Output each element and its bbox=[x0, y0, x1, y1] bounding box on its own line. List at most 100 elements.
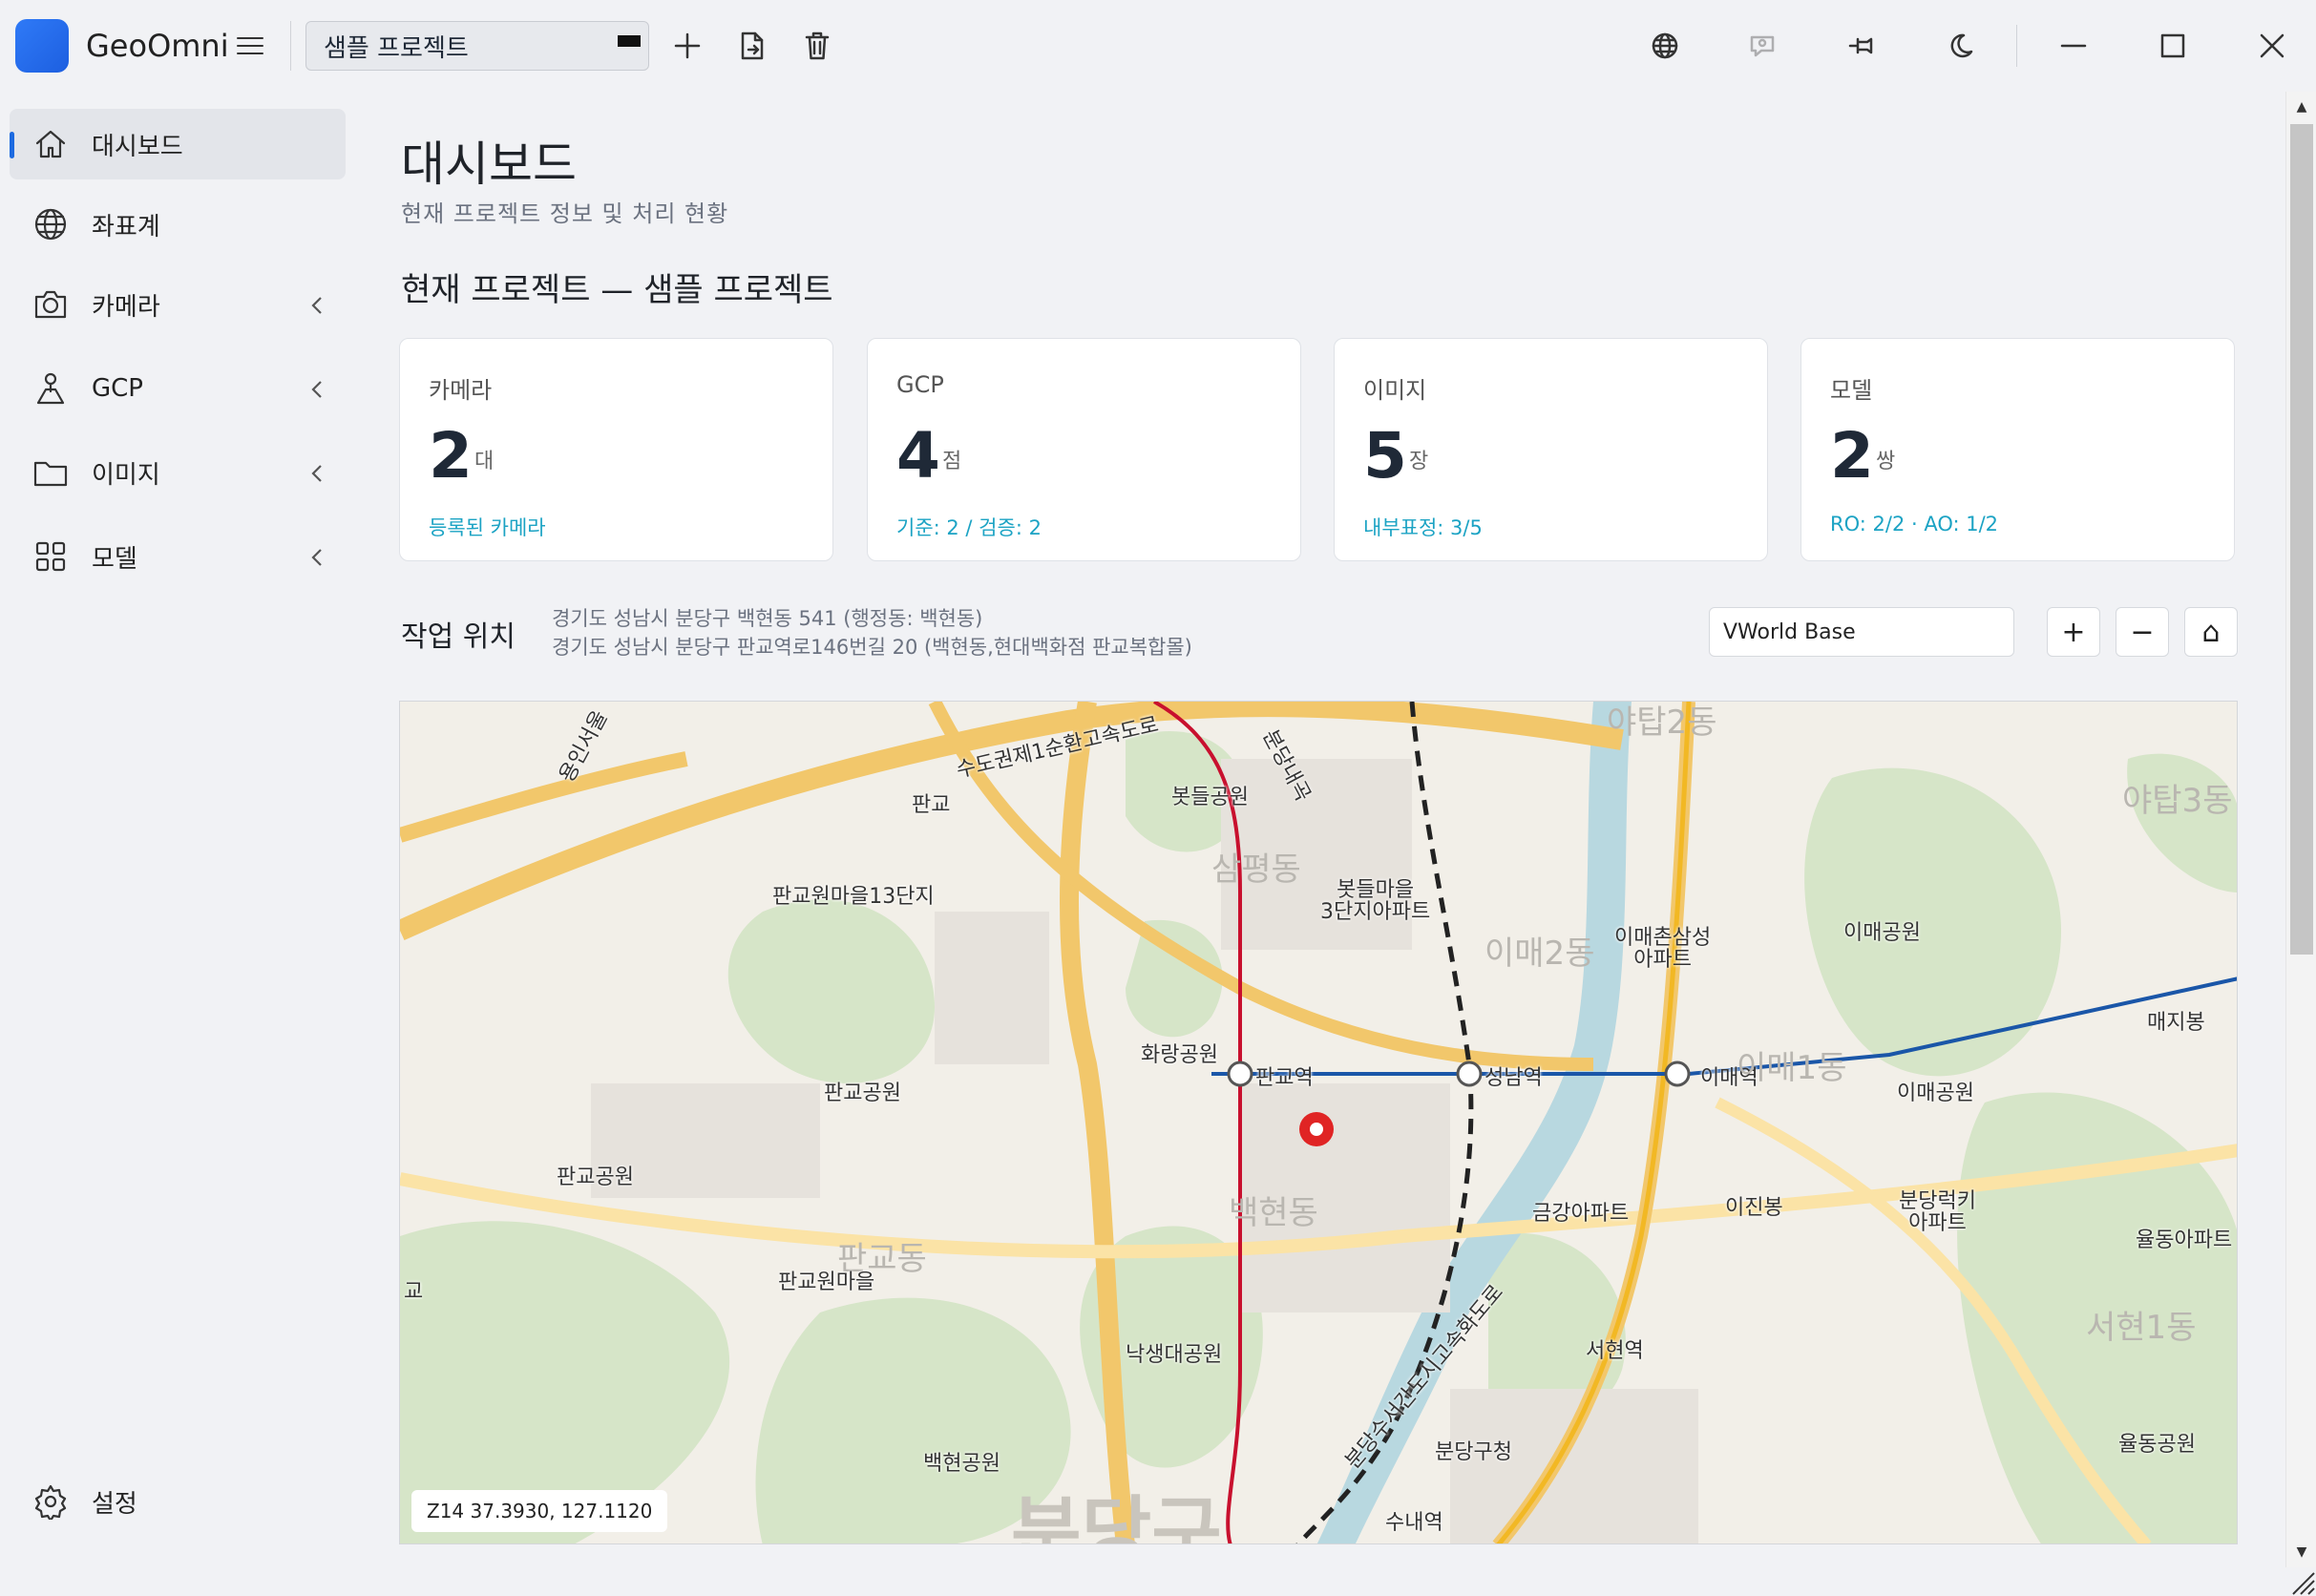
map-label-pangyo-park-a: 판교공원 bbox=[824, 1082, 901, 1105]
stat-card-models: 모델 2 쌍 RO: 2/2 · AO: 1/2 bbox=[1800, 338, 2235, 561]
sidebar-item-camera[interactable]: 카메라 bbox=[10, 269, 346, 340]
scroll-down-arrow-icon[interactable]: ▼ bbox=[2290, 1541, 2313, 1564]
project-select-value: 샘플 프로젝트 bbox=[324, 33, 469, 63]
app-name: GeoOmni bbox=[86, 28, 229, 64]
main-content: 대시보드 현재 프로젝트 정보 및 처리 현황 현재 프로젝트 — 샘플 프로젝… bbox=[353, 92, 2282, 1596]
address-road: 경기도 성남시 분당구 판교역로146번길 20 (백현동,현대백화점 판교복합… bbox=[552, 636, 1192, 659]
map-label-pangyo-maeul13: 판교원마을13단지 bbox=[772, 885, 935, 909]
sidebar-item-gcp[interactable]: GCP bbox=[10, 353, 346, 424]
sidebar-item-settings[interactable]: 설정 bbox=[10, 1466, 346, 1537]
scroll-up-arrow-icon[interactable]: ▲ bbox=[2290, 95, 2313, 118]
map-view[interactable]: 수도권제1순환고속도로 용인서울 분당내곡 판교 판교원마을13단지 봇들공원 … bbox=[399, 701, 2238, 1544]
map-label-hwarang-park: 화랑공원 bbox=[1141, 1043, 1218, 1067]
map-label-imaechon: 이매촌삼성 아파트 bbox=[1614, 926, 1712, 973]
map-label-pangyo-station: 판교역 bbox=[1255, 1066, 1314, 1090]
sidebar-item-dashboard[interactable]: 대시보드 bbox=[10, 109, 346, 179]
map-label-bundang-office: 분당구청 bbox=[1435, 1440, 1512, 1464]
resize-grip-icon[interactable] bbox=[2285, 1567, 2316, 1596]
feedback-icon[interactable] bbox=[1745, 29, 1779, 63]
map-label-imae2: 이매2동 bbox=[1484, 934, 1595, 973]
map-label-imae-park: 이매공원 bbox=[1897, 1082, 1974, 1105]
sidebar-item-label: GCP bbox=[92, 374, 143, 403]
map-label-seohyeon-station: 서현역 bbox=[1586, 1339, 1644, 1363]
stat-card-images: 이미지 5 장 내부표정: 3/5 bbox=[1334, 338, 1768, 561]
card-label: 모델 bbox=[1830, 377, 1873, 404]
address-jibun: 경기도 성남시 분당구 백현동 541 (행정동: 백현동) bbox=[552, 607, 983, 630]
delete-project-button[interactable] bbox=[800, 29, 834, 63]
sidebar-item-coordinate-system[interactable]: 좌표계 bbox=[10, 189, 346, 260]
pin-window-button[interactable] bbox=[1844, 29, 1879, 63]
project-select[interactable]: 샘플 프로젝트 bbox=[305, 21, 649, 71]
sidebar-item-models[interactable]: 모델 bbox=[10, 521, 346, 592]
card-value: 5 bbox=[1363, 419, 1407, 493]
card-footnote: RO: 2/2 · AO: 1/2 bbox=[1830, 513, 1999, 536]
minimize-window-button[interactable] bbox=[2056, 29, 2091, 63]
card-footnote: 내부표정: 3/5 bbox=[1363, 516, 1483, 539]
map-label-geumgang-apt: 금강아파트 bbox=[1532, 1202, 1630, 1226]
page-subtitle: 현재 프로젝트 정보 및 처리 현황 bbox=[401, 200, 729, 227]
map-label-sunae-station: 수내역 bbox=[1385, 1511, 1443, 1535]
sidebar-item-images[interactable]: 이미지 bbox=[10, 437, 346, 508]
map-label-imae-park-top: 이매공원 bbox=[1843, 921, 1921, 945]
map-label-botdeul-apt: 봇들마을 3단지아파트 bbox=[1320, 878, 1431, 925]
card-value: 2 bbox=[429, 419, 473, 493]
maximize-window-button[interactable] bbox=[2156, 29, 2190, 63]
map-label-pangyo-jc: 판교 bbox=[912, 793, 951, 817]
map-label-naksaeng-park: 낙생대공원 bbox=[1126, 1343, 1223, 1367]
map-label-seohyeon1: 서현1동 bbox=[2086, 1309, 2197, 1347]
map-label-yatap3: 야탑3동 bbox=[2122, 782, 2233, 820]
main-scrollbar[interactable]: ▲ ▼ bbox=[2285, 92, 2316, 1567]
language-globe-button[interactable] bbox=[1648, 29, 1682, 63]
window-controls-divider bbox=[2016, 25, 2017, 67]
card-value: 2 bbox=[1830, 419, 1874, 493]
hamburger-menu-icon[interactable] bbox=[233, 31, 267, 61]
map-label-sampyeong: 삼평동 bbox=[1211, 850, 1301, 889]
folder-icon bbox=[32, 454, 69, 491]
map-label-pangyo-maeul: 판교원마을 bbox=[778, 1270, 875, 1294]
survey-pin-icon bbox=[32, 370, 69, 407]
map-label-yuldong-park: 율동공원 bbox=[2118, 1433, 2196, 1457]
camera-icon bbox=[32, 286, 69, 323]
map-label-bundang-gu: 분당구 bbox=[1011, 1488, 1222, 1544]
home-icon bbox=[32, 126, 69, 162]
zoom-out-button[interactable]: − bbox=[2116, 607, 2169, 657]
map-label-edge-left: 교 bbox=[404, 1280, 424, 1304]
card-unit: 점 bbox=[942, 450, 962, 473]
card-label: 카메라 bbox=[429, 377, 493, 404]
map-label-baekhyeon: 백현동 bbox=[1229, 1194, 1318, 1232]
globe-icon bbox=[32, 206, 69, 242]
sidebar-item-label: 대시보드 bbox=[92, 132, 183, 161]
card-value: 4 bbox=[896, 419, 940, 493]
basemap-select-value: VWorld Base bbox=[1723, 620, 1856, 644]
sidebar-item-label: 좌표계 bbox=[92, 212, 160, 242]
card-unit: 장 bbox=[1409, 450, 1429, 473]
sidebar: 대시보드 좌표계 카메라 GCP 이미지 모델 설정 bbox=[0, 92, 353, 1596]
title-bar: GeoOmni 샘플 프로젝트 bbox=[0, 0, 2316, 92]
basemap-select[interactable]: VWorld Base bbox=[1709, 607, 2014, 657]
card-unit: 대 bbox=[474, 450, 495, 473]
add-project-button[interactable] bbox=[670, 29, 705, 63]
zoom-in-button[interactable]: + bbox=[2047, 607, 2100, 657]
map-label-yuldong-apt: 율동아파트 bbox=[2136, 1228, 2233, 1252]
card-footnote: 등록된 카메라 bbox=[429, 516, 546, 539]
dark-mode-moon-button[interactable] bbox=[1944, 29, 1978, 63]
close-window-button[interactable] bbox=[2255, 29, 2289, 63]
chevron-left-icon[interactable] bbox=[307, 546, 326, 569]
chevron-left-icon[interactable] bbox=[307, 462, 326, 485]
scroll-thumb[interactable] bbox=[2290, 124, 2313, 955]
map-label-pangyo-park-b: 판교공원 bbox=[557, 1166, 634, 1189]
card-label: 이미지 bbox=[1363, 377, 1427, 404]
grid-icon bbox=[32, 538, 69, 575]
stat-card-camera: 카메라 2 대 등록된 카메라 bbox=[399, 338, 833, 561]
map-label-botdeul-park: 봇들공원 bbox=[1171, 786, 1249, 809]
gear-icon bbox=[32, 1483, 69, 1522]
home-view-button[interactable]: ⌂ bbox=[2184, 607, 2238, 657]
chevron-left-icon[interactable] bbox=[307, 294, 326, 317]
export-file-button[interactable] bbox=[735, 29, 769, 63]
map-label-imae1: 이매1동 bbox=[1737, 1049, 1847, 1087]
chevron-left-icon[interactable] bbox=[307, 378, 326, 401]
map-label-bundang-lucky: 분당럭키 아파트 bbox=[1899, 1189, 1976, 1236]
map-label-ijinbong: 이진봉 bbox=[1725, 1196, 1783, 1220]
sidebar-item-label: 설정 bbox=[92, 1489, 137, 1519]
card-label: GCP bbox=[896, 371, 944, 398]
